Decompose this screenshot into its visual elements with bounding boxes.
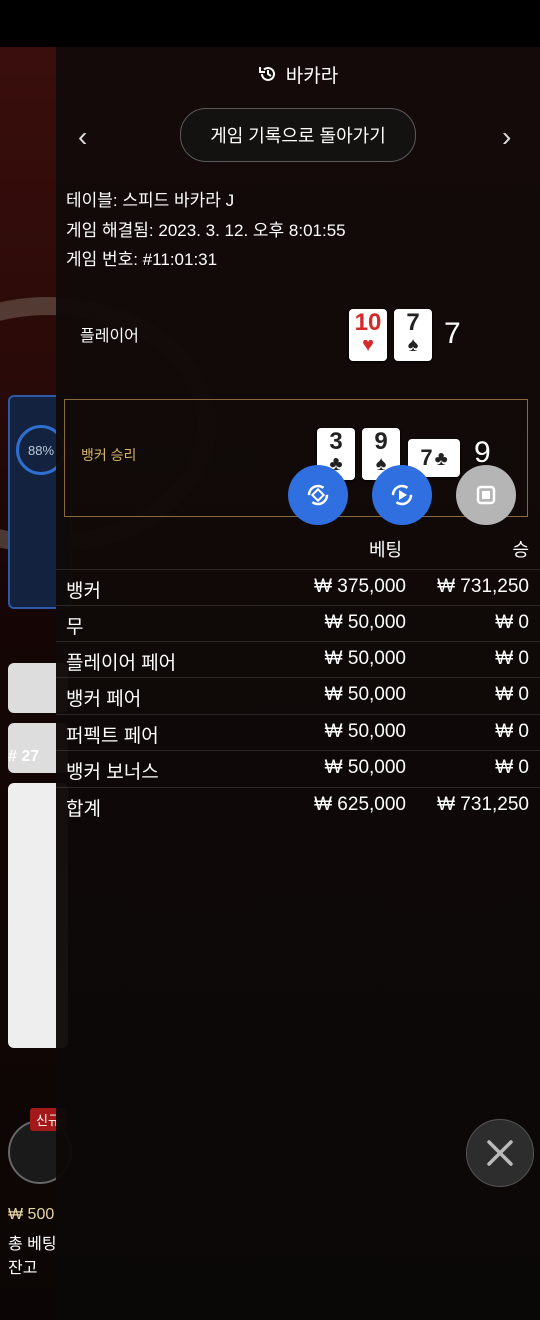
win-column-header: 승	[512, 540, 529, 560]
bet-column-header: 베팅	[369, 540, 403, 560]
title-text: 바카라	[285, 66, 339, 87]
player-score: 7	[444, 317, 461, 350]
table-row: 플레이어 페어 ₩ 50,000 ₩ 0	[56, 641, 540, 678]
table-row: 뱅커 ₩ 375,000 ₩ 731,250	[56, 569, 540, 606]
next-arrow-icon[interactable]: ›	[502, 121, 511, 153]
game-history-panel: 바카라 ‹ 게임 기록으로 돌아가기 › 테이블: 스피드 바카라 J 게임 해…	[56, 47, 540, 1320]
close-button[interactable]	[466, 1119, 534, 1187]
bg-line-3: 잔고	[8, 1260, 38, 1277]
bg-round-number: # 27	[8, 748, 40, 765]
info-resolved: 게임 해결됨: 2023. 3. 12. 오후 8:01:55	[66, 221, 346, 240]
bg-line-1: ₩ 500	[8, 1206, 55, 1223]
player-card-1: 10 ♥	[349, 309, 387, 361]
stop-button[interactable]	[456, 465, 516, 525]
back-to-history-button[interactable]: 게임 기록으로 돌아가기	[180, 108, 416, 162]
info-game-number: 게임 번호: #11:01:31	[66, 250, 218, 269]
close-icon	[487, 1140, 513, 1166]
header-title: 바카라	[56, 61, 540, 90]
player-label: 플레이어	[80, 328, 139, 345]
table-row: 뱅커 페어 ₩ 50,000 ₩ 0	[56, 677, 540, 714]
history-icon	[258, 64, 278, 90]
info-table: 테이블: 스피드 바카라 J	[66, 191, 235, 210]
prev-arrow-icon[interactable]: ‹	[78, 121, 87, 153]
rotate-icon	[307, 484, 329, 506]
stop-icon	[476, 485, 496, 505]
replay-button[interactable]	[372, 465, 432, 525]
table-row: 뱅커 보너스 ₩ 50,000 ₩ 0	[56, 750, 540, 787]
rotate-cards-button[interactable]	[288, 465, 348, 525]
table-row: 무 ₩ 50,000 ₩ 0	[56, 605, 540, 642]
bg-line-2: 총 베팅	[8, 1236, 57, 1253]
status-bar	[0, 0, 540, 47]
table-row: 퍼펙트 페어 ₩ 50,000 ₩ 0	[56, 714, 540, 751]
total-row: 합계 ₩ 625,000 ₩ 731,250	[56, 787, 540, 824]
banker-label: 뱅커 승리	[81, 447, 137, 463]
player-card-2: 7 ♠	[394, 309, 432, 361]
replay-icon	[391, 484, 413, 506]
